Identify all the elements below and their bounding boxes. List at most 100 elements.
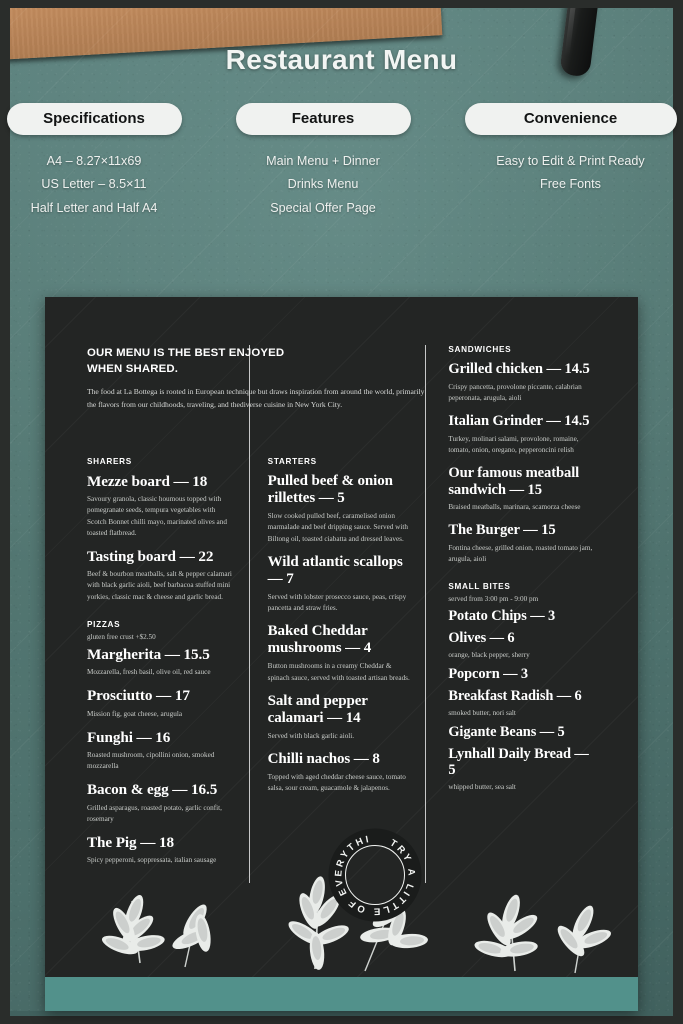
menu-column-left: SHARERS Mezze board — 18 Savoury granola… (87, 345, 249, 883)
menu-item-name: Margherita — 15.5 (87, 645, 210, 663)
section-label-starters: STARTERS (267, 457, 317, 466)
menu-item-name: Chilli nachos — 8 (267, 751, 380, 767)
menu-item-desc: Savoury granola, classic houmous topped … (87, 495, 227, 537)
menu-item: Gigante Beans — 5 (448, 724, 596, 740)
promo-line: Easy to Edit & Print Ready (496, 153, 645, 168)
section-pizzas: PIZZAS gluten free crust +$2.50 Margheri… (87, 620, 235, 867)
menu-item: Tasting board — 22 Beef & bourbon meatba… (87, 548, 235, 603)
menu-item-desc: Served with lobster prosecco sauce, peas… (267, 592, 407, 612)
menu-item-name: Mezze board — 18 (87, 473, 208, 490)
menu-item: Salt and pepper calamari — 14 Served wit… (268, 693, 412, 742)
menu-item: Baked Cheddar mushrooms — 4 Button mushr… (268, 623, 412, 684)
promo-line: A4 – 8.27×11x69 (46, 153, 142, 168)
section-starters: STARTERS Pulled beef & onion rillettes —… (268, 457, 412, 794)
promo-lines-convenience: Easy to Edit & Print Ready Free Fonts (465, 149, 677, 196)
menu-item: Prosciutto — 17 Mission fig, goat cheese… (87, 687, 235, 719)
menu-item-desc: Mozzarella, fresh basil, olive oil, red … (87, 668, 211, 677)
pill-convenience[interactable]: Convenience (464, 103, 677, 135)
promo-column-specifications: Specifications A4 – 8.27×11x69 US Letter… (6, 103, 182, 220)
menu-column-right: SANDWICHES Grilled chicken — 14.5 Crispy… (425, 345, 596, 884)
menu-item-desc: whipped butter, sea salt (448, 783, 516, 792)
screenshot-stage: Restaurant Menu Specifications A4 – 8.27… (0, 0, 683, 1024)
section-small-bites: SMALL BITES served from 3:00 pm - 9:00 p… (448, 582, 596, 793)
menu-item-name: Popcorn — 3 (448, 666, 528, 683)
section-sharers: SHARERS Mezze board — 18 Savoury granola… (87, 457, 235, 603)
menu-item-name: Breakfast Radish — 6 (448, 687, 582, 704)
menu-item-name: Our famous meatball sandwich — 15 (448, 464, 580, 498)
menu-item-name: Potato Chips — 3 (448, 608, 556, 625)
section-label-sharers: SHARERS (87, 457, 132, 466)
menu-item: Pulled beef & onion rillettes — 5 Slow c… (268, 473, 412, 545)
menu-item-desc: Beef & bourbon meatballs, salt & pepper … (87, 570, 232, 601)
section-label-sandwiches: SANDWICHES (448, 345, 512, 354)
menu-item-name: Tasting board — 22 (87, 547, 214, 565)
menu-item-name: The Burger — 15 (448, 522, 556, 539)
promo-line: Main Menu + Dinner (266, 153, 380, 168)
menu-item-desc: Roasted mushroom, cipollini onion, smoke… (87, 751, 215, 771)
menu-item: The Pig — 18 Spicy pepperoni, soppressat… (87, 834, 235, 866)
menu-item-desc: Fontina cheese, grilled onion, roasted t… (448, 543, 593, 564)
menu-item-name: Funghi — 16 (87, 728, 171, 746)
promo-lines-features: Main Menu + Dinner Drinks Menu Special O… (236, 149, 411, 220)
menu-item: Wild atlantic scallops — 7 Served with l… (268, 554, 412, 615)
menu-column-middle: STARTERS Pulled beef & onion rillettes —… (248, 345, 426, 884)
menu-item: Popcorn — 3 (448, 666, 596, 682)
menu-item-desc: Mission fig, goat cheese, arugula (87, 709, 183, 718)
menu-item: Bacon & egg — 16.5 Grilled asparagus, ro… (87, 781, 235, 825)
promo-column-features: Features Main Menu + Dinner Drinks Menu … (235, 103, 411, 220)
menu-item: Our famous meatball sandwich — 15 Braise… (448, 465, 596, 513)
menu-intro-title-line1: OUR MENU IS THE BEST ENJOYED (87, 347, 285, 359)
promo-lines-specifications: A4 – 8.27×11x69 US Letter – 8.5×11 Half … (7, 149, 182, 220)
menu-item-name: Italian Grinder — 14.5 (448, 412, 590, 429)
section-note-pizzas: gluten free crust +$2.50 (87, 632, 156, 641)
menu-footer-bar (45, 977, 638, 1011)
menu-item: Breakfast Radish — 6 smoked butter, nori… (448, 688, 596, 720)
menu-item: Margherita — 15.5 Mozzarella, fresh basi… (87, 646, 235, 678)
menu-item: Chilli nachos — 8 Topped with aged chedd… (268, 751, 412, 794)
menu-intro-title-line2: WHEN SHARED. (87, 363, 179, 376)
menu-item-name: Bacon & egg — 16.5 (87, 781, 218, 799)
section-note-small-bites: served from 3:00 pm - 9:00 pm (448, 595, 539, 604)
menu-intro: OUR MENU IS THE BEST ENJOYED WHEN SHARED… (87, 345, 427, 411)
menu-item: Italian Grinder — 14.5 Turkey, molinari … (448, 413, 596, 456)
menu-item-name: Prosciutto — 17 (87, 687, 190, 705)
section-sandwiches: SANDWICHES Grilled chicken — 14.5 Crispy… (448, 345, 596, 565)
stamp-badge: TRY A LITTLE OF EVERYTHING! (325, 825, 425, 925)
menu-item-name: Wild atlantic scallops — 7 (267, 553, 403, 587)
menu-item-name: Baked Cheddar mushrooms — 4 (267, 623, 372, 657)
pill-specifications[interactable]: Specifications (6, 103, 182, 135)
menu-item-desc: Topped with aged cheddar cheese sauce, t… (267, 773, 406, 793)
menu-intro-body: The food at La Bottega is rooted in Euro… (87, 387, 425, 409)
promo-line: Free Fonts (540, 177, 601, 192)
menu-item-name: Pulled beef & onion rillettes — 5 (267, 473, 393, 507)
menu-item-name: Gigante Beans — 5 (448, 724, 565, 741)
promo-line: US Letter – 8.5×11 (41, 177, 147, 192)
menu-item-desc: Crispy pancetta, provolone piccante, cal… (448, 382, 582, 402)
pill-features[interactable]: Features (235, 103, 411, 135)
stage-bottom-strip (10, 1011, 673, 1016)
menu-item-desc: Served with black garlic aioli. (267, 731, 355, 740)
promo-line: Half Letter and Half A4 (30, 200, 158, 215)
menu-item-name: Salt and pepper calamari — 14 (267, 692, 368, 726)
menu-item-desc: Grilled asparagus, roasted potato, garli… (87, 803, 222, 823)
promo-header: Restaurant Menu Specifications A4 – 8.27… (0, 44, 683, 220)
menu-item: The Burger — 15 Fontina cheese, grilled … (448, 522, 596, 565)
menu-item-desc: Spicy pepperoni, soppressata, italian sa… (87, 856, 217, 865)
menu-item: Olives — 6 orange, black pepper, sherry (448, 630, 596, 662)
promo-column-convenience: Convenience Easy to Edit & Print Ready F… (464, 103, 677, 220)
menu-item-desc: Turkey, molinari salami, provolone, roma… (448, 434, 579, 454)
menu-item: Mezze board — 18 Savoury granola, classi… (87, 473, 235, 539)
menu-item-name: Grilled chicken — 14.5 (448, 361, 590, 377)
menu-item-name: Olives — 6 (448, 629, 515, 646)
menu-item-desc: orange, black pepper, sherry (448, 651, 530, 660)
menu-item: Grilled chicken — 14.5 Crispy pancetta, … (448, 361, 596, 404)
promo-line: Drinks Menu (287, 177, 359, 192)
section-label-pizzas: PIZZAS (87, 619, 121, 629)
menu-item: Funghi — 16 Roasted mushroom, cipollini … (87, 729, 235, 773)
menu-item: Lynhall Daily Bread — 5 whipped butter, … (448, 746, 596, 794)
menu-item-name: Lynhall Daily Bread — 5 (448, 745, 589, 779)
menu-item-desc: Braised meatballs, marinara, scamorza ch… (448, 503, 581, 512)
promo-pill-row: Specifications A4 – 8.27×11x69 US Letter… (0, 103, 683, 220)
menu-item-desc: Slow cooked pulled beef, caramelised oni… (267, 512, 408, 543)
menu-item: Potato Chips — 3 (448, 608, 596, 624)
